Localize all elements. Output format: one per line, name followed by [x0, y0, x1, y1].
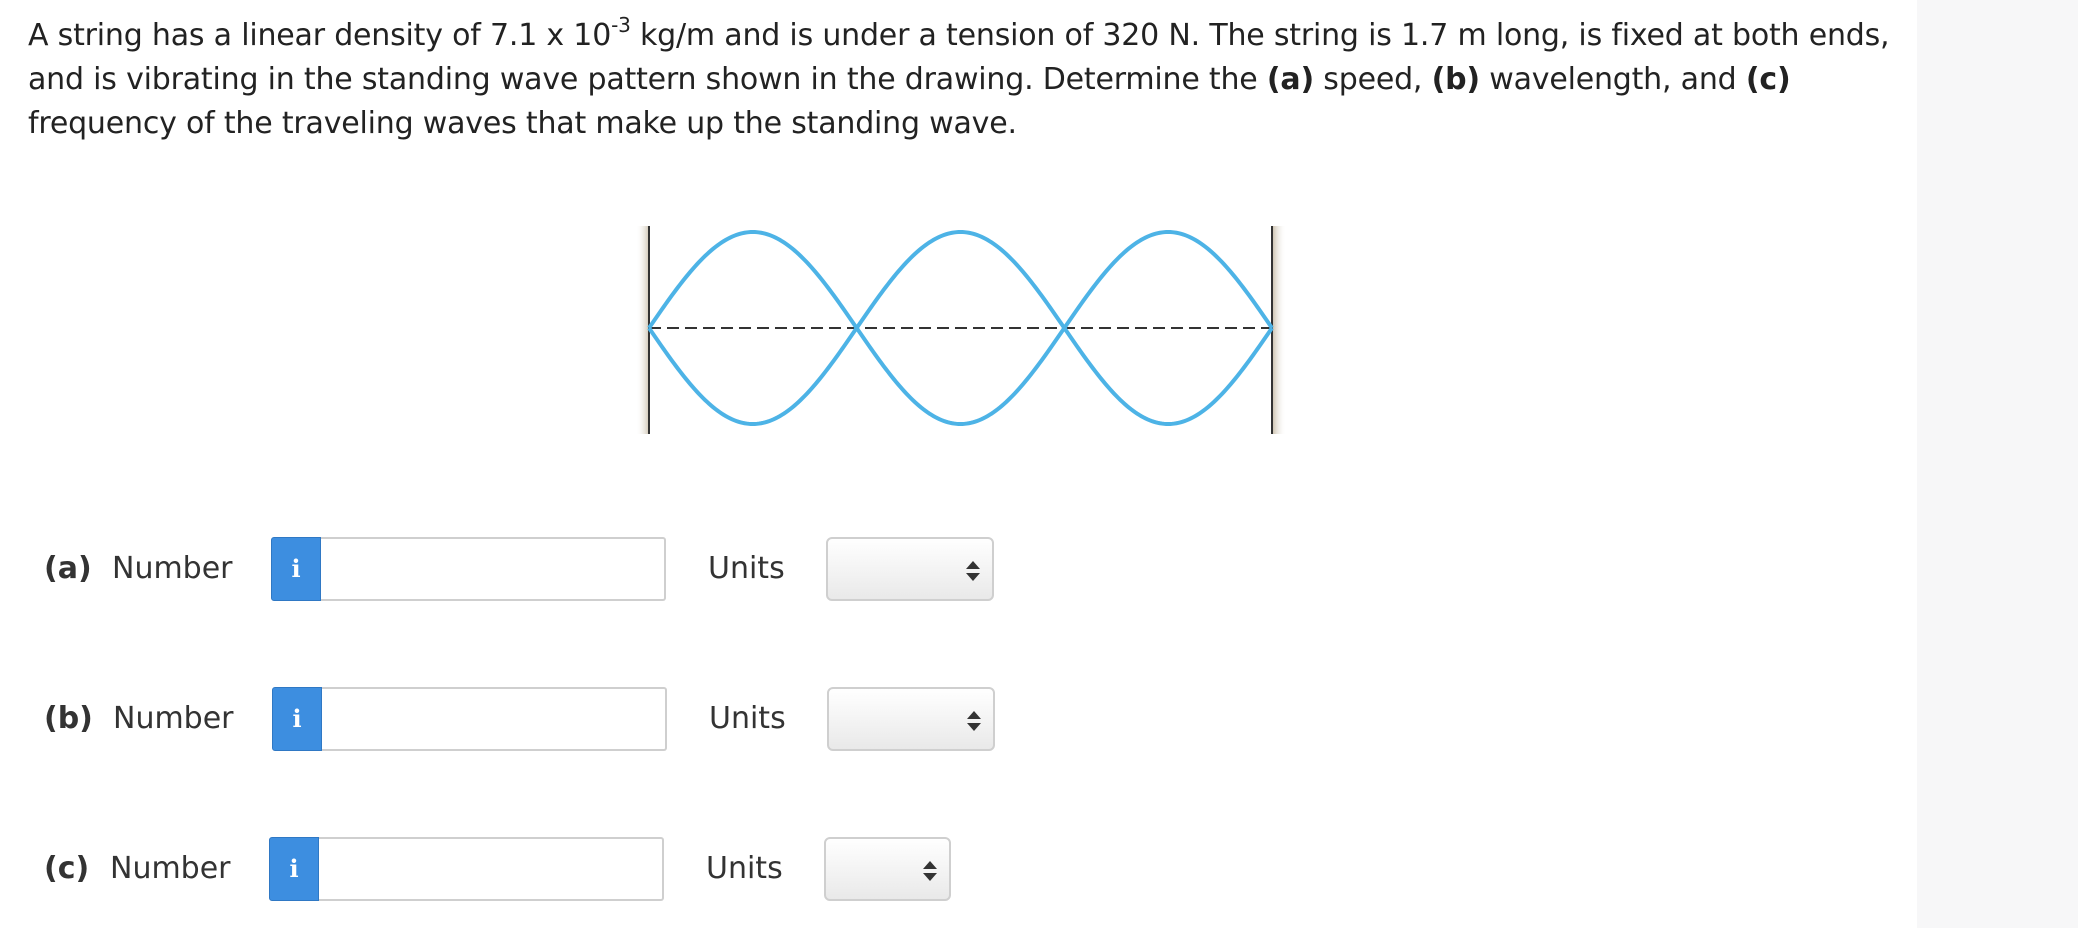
- units-select-c[interactable]: [824, 837, 951, 901]
- part-label-b: (b): [44, 701, 93, 736]
- standing-wave-figure: [636, 226, 1286, 434]
- number-label-b: Number: [113, 701, 234, 736]
- number-label-a: Number: [112, 551, 233, 586]
- units-label-b: Units: [709, 701, 786, 736]
- part-label-c: (c): [44, 851, 90, 886]
- select-arrows-icon: [923, 861, 937, 881]
- number-label-c: Number: [110, 851, 231, 886]
- question-text: A string has a linear density of 7.1 x 1…: [28, 13, 1890, 141]
- units-select-a[interactable]: [826, 537, 994, 601]
- answer-row-a: (a) Number i Units: [0, 537, 1000, 601]
- number-input-a[interactable]: [321, 537, 666, 601]
- part-label-a: (a): [44, 551, 92, 586]
- info-icon[interactable]: i: [269, 837, 319, 901]
- units-select-b[interactable]: [827, 687, 995, 751]
- answer-row-b: (b) Number i Units: [0, 687, 1000, 751]
- right-gutter: [1917, 0, 2078, 928]
- info-icon[interactable]: i: [272, 687, 322, 751]
- select-arrows-icon: [966, 561, 980, 581]
- right-wall: [1272, 226, 1286, 434]
- units-label-a: Units: [708, 551, 785, 586]
- left-wall: [636, 226, 650, 434]
- number-input-b[interactable]: [322, 687, 667, 751]
- number-input-c[interactable]: [319, 837, 664, 901]
- answer-row-c: (c) Number i Units: [0, 837, 1000, 901]
- info-icon[interactable]: i: [271, 537, 321, 601]
- select-arrows-icon: [967, 711, 981, 731]
- units-label-c: Units: [706, 851, 783, 886]
